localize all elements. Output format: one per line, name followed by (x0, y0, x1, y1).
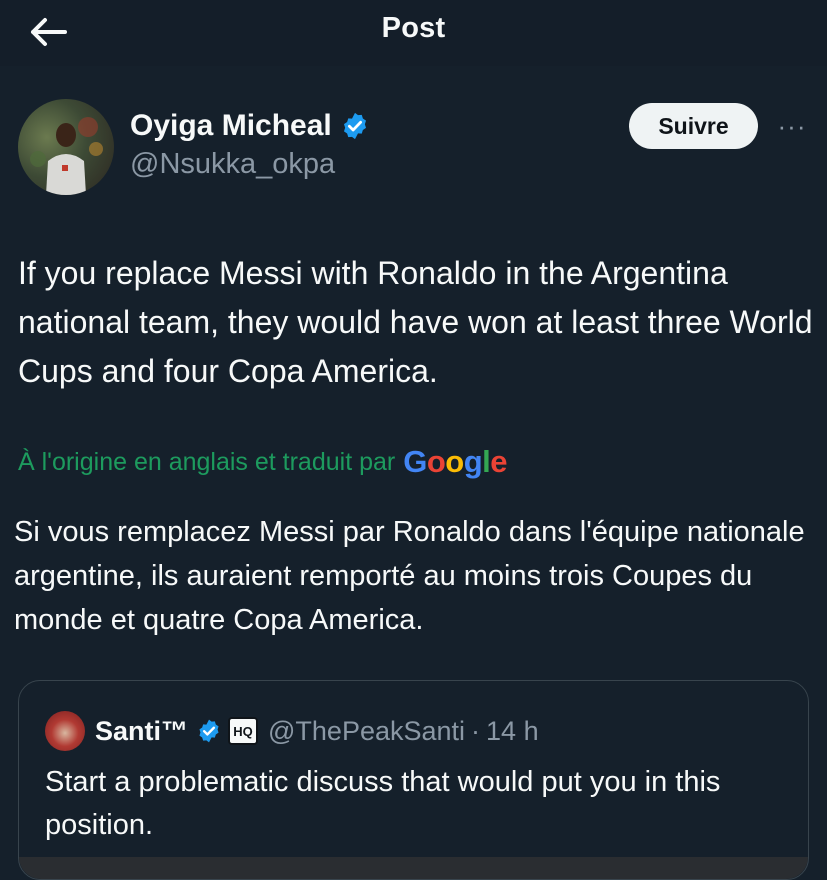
avatar-image (30, 117, 103, 195)
author-avatar[interactable] (18, 99, 114, 195)
google-letter: g (463, 444, 483, 479)
google-letter: o (426, 444, 446, 479)
author-name-row: Oyiga Micheal (130, 107, 370, 145)
top-bar: Post (0, 0, 827, 66)
follow-button[interactable]: Suivre (629, 103, 758, 149)
affiliation-badge: HQ (228, 717, 259, 745)
verified-badge-icon (343, 112, 366, 140)
page-title: Post (381, 12, 446, 44)
verified-badge-icon (199, 719, 219, 743)
more-options-icon[interactable]: ··· (772, 108, 812, 144)
quoted-tweet-card[interactable]: Santi™ HQ @ThePeakSanti · 14 h Start a p… (18, 680, 809, 880)
author-handle[interactable]: @Nsukka_okpa (130, 148, 335, 181)
google-letter: G (403, 444, 427, 479)
quoted-timestamp: 14 h (486, 715, 539, 746)
translation-label[interactable]: À l'origine en anglais et traduit par (18, 448, 395, 477)
google-letter: o (445, 444, 464, 479)
quoted-tweet-text: Start a problematic discuss that would p… (45, 766, 721, 841)
separator-dot: · (471, 715, 481, 746)
tweet-text: If you replace Messi with Ronaldo in the… (18, 255, 813, 389)
quoted-author-handle: @ThePeakSanti (268, 715, 466, 746)
quoted-author-name: Santi™ (95, 715, 189, 746)
quoted-media-preview (19, 857, 808, 879)
translation-attribution: À l'origine en anglais et traduit par Go… (18, 443, 508, 481)
google-logo: Google (403, 444, 507, 480)
quoted-author-avatar (45, 711, 85, 751)
translated-text: Si vous remplacez Messi par Ronaldo dans… (14, 516, 805, 636)
author-name[interactable]: Oyiga Micheal (130, 109, 332, 143)
quoted-tweet-header: Santi™ HQ @ThePeakSanti · 14 h (95, 711, 539, 751)
google-letter: e (490, 444, 508, 479)
